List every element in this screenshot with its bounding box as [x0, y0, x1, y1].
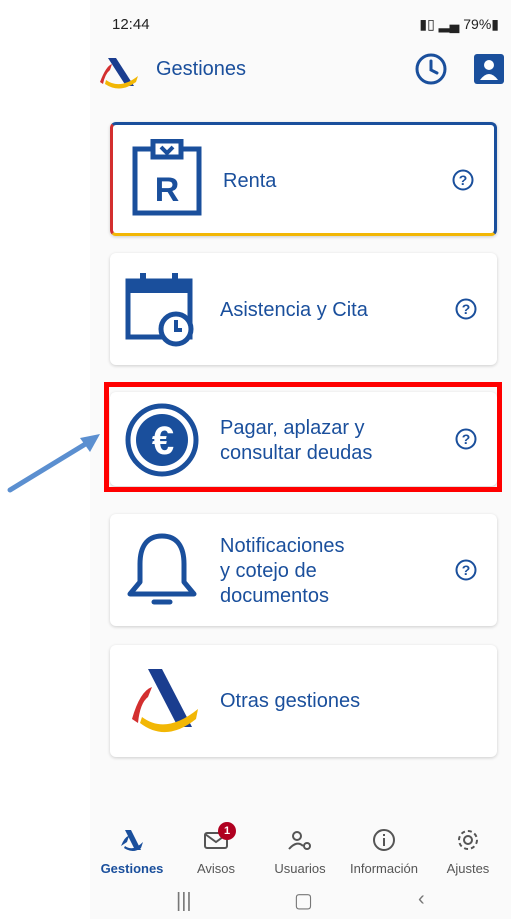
help-icon[interactable]: ?	[452, 169, 474, 191]
card-renta[interactable]: R Renta ?	[110, 122, 497, 236]
card-label: Otras gestiones	[220, 690, 361, 712]
nav-label: Usuarios	[274, 861, 326, 876]
nav-usuarios[interactable]: Usuarios	[258, 828, 342, 876]
renta-icon: R	[132, 139, 202, 216]
status-time: 12:44	[112, 16, 150, 33]
status-bar: 12:44 ▮▯ ▂▄ 79%▮	[90, 0, 511, 44]
nav-label: Gestiones	[100, 861, 164, 876]
aeat-logo-large	[132, 669, 198, 733]
card-notificaciones[interactable]: Notificaciones y cotejo de documentos ?	[110, 514, 497, 626]
card-otras-gestiones[interactable]: Otras gestiones	[110, 645, 497, 757]
annotation-arrow	[7, 434, 100, 493]
users-settings-icon	[288, 831, 311, 850]
page-title: Gestiones	[156, 58, 247, 80]
svg-text:?: ?	[462, 301, 471, 317]
aeat-nav-icon	[121, 830, 143, 851]
nav-informacion[interactable]: Información	[342, 828, 426, 876]
battery-percent: 79%	[463, 16, 492, 32]
user-profile-icon[interactable]	[472, 52, 506, 86]
svg-text:?: ?	[459, 172, 468, 188]
recent-apps-icon[interactable]: |||	[176, 890, 192, 913]
bell-icon	[127, 533, 197, 605]
highlight-box	[104, 382, 502, 492]
card-label-line-2: y cotejo de	[220, 560, 317, 582]
nav-gestiones[interactable]: Gestiones	[90, 828, 174, 876]
bottom-navigation: Gestiones 1 Avisos Usuarios Información …	[90, 820, 511, 886]
back-icon[interactable]: ‹	[418, 888, 425, 911]
system-navigation: ||| ▢ ‹	[90, 886, 511, 919]
nav-label: Ajustes	[446, 861, 490, 876]
card-label: Asistencia y Cita	[220, 299, 368, 321]
help-icon[interactable]: ?	[455, 559, 477, 581]
history-icon[interactable]	[414, 52, 448, 86]
card-asistencia-cita[interactable]: Asistencia y Cita ?	[110, 253, 497, 365]
app-bar: Gestiones	[90, 44, 511, 100]
home-icon[interactable]: ▢	[294, 888, 313, 913]
card-label: Renta	[223, 170, 277, 192]
gear-icon	[458, 830, 478, 850]
nav-label: Avisos	[196, 861, 236, 876]
notification-badge: 1	[218, 822, 236, 840]
nav-ajustes[interactable]: Ajustes	[426, 828, 510, 876]
info-icon	[373, 829, 395, 851]
signal-icon: ▮▯ ▂▄	[419, 16, 464, 32]
nav-label: Información	[350, 861, 418, 876]
svg-text:R: R	[155, 171, 180, 209]
svg-text:?: ?	[462, 562, 471, 578]
card-label-line-3: documentos	[220, 585, 329, 607]
card-label-line-1: Notificaciones	[220, 535, 345, 557]
nav-avisos[interactable]: 1 Avisos	[174, 822, 258, 876]
help-icon[interactable]: ?	[455, 298, 477, 320]
calendar-clock-icon	[125, 273, 194, 347]
aeat-logo	[100, 58, 138, 89]
status-battery: ▮▯ ▂▄ 79%▮	[419, 16, 499, 32]
